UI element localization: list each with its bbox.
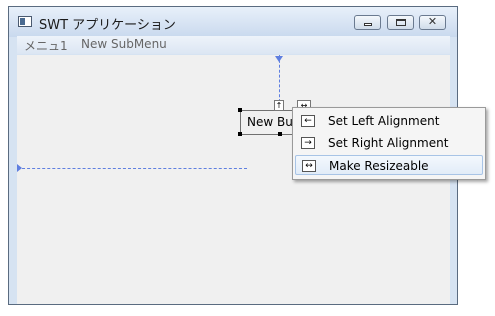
guide-arrow-right-icon — [17, 164, 22, 172]
close-button[interactable]: ✕ — [419, 15, 446, 30]
window-icon — [18, 16, 32, 27]
minimize-icon — [364, 23, 372, 26]
resize-handle-top-left[interactable] — [238, 108, 242, 112]
menu-item-menu1[interactable]: メニュ1 — [24, 37, 68, 54]
title-bar[interactable]: SWT アプリケーション ✕ — [9, 7, 457, 37]
context-menu: ← Set Left Alignment → Set Right Alignme… — [292, 107, 486, 180]
horizontal-guide-line — [17, 168, 247, 169]
resize-handle-bottom-left[interactable] — [238, 132, 242, 136]
minimize-button[interactable] — [354, 15, 381, 30]
anchor-top-icon[interactable]: ↑ — [274, 100, 284, 111]
menu-item-label: Set Left Alignment — [328, 114, 440, 128]
resize-handle-bottom-middle[interactable] — [278, 132, 282, 136]
menu-item-label: Make Resizeable — [329, 159, 429, 173]
maximize-icon — [396, 19, 406, 26]
resize-horizontal-icon: ↔ — [302, 160, 316, 172]
menu-bar: メニュ1 New SubMenu — [17, 36, 450, 54]
maximize-button[interactable] — [387, 15, 414, 30]
window-title: SWT アプリケーション — [39, 18, 176, 33]
menu-item-new-submenu[interactable]: New SubMenu — [81, 37, 167, 51]
guide-arrow-down-icon — [275, 56, 283, 62]
menu-item-set-right-alignment[interactable]: → Set Right Alignment — [295, 133, 483, 153]
menu-item-label: Set Right Alignment — [328, 136, 449, 150]
arrow-left-icon: ← — [301, 115, 315, 127]
close-icon: ✕ — [427, 15, 438, 28]
arrow-right-icon: → — [301, 137, 315, 149]
menu-item-make-resizeable[interactable]: ↔ Make Resizeable — [295, 155, 483, 175]
menu-item-set-left-alignment[interactable]: ← Set Left Alignment — [295, 111, 483, 131]
